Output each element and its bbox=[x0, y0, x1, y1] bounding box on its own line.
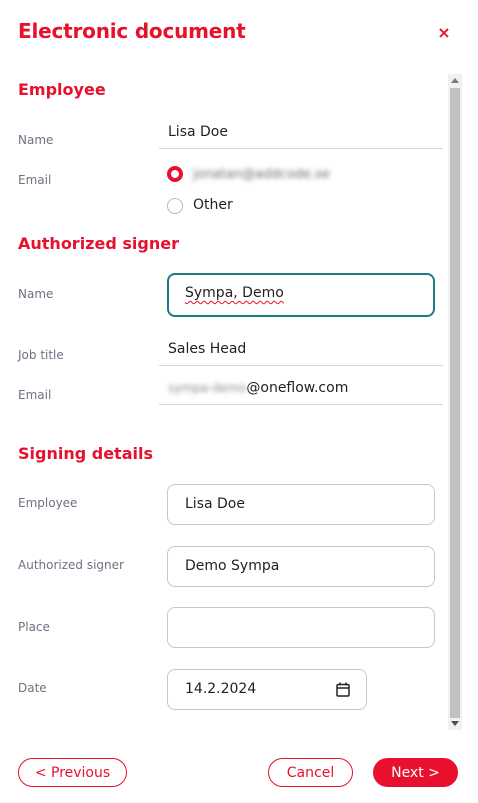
details-date-label: Date bbox=[18, 681, 47, 695]
scroll-up-arrow[interactable] bbox=[451, 78, 459, 83]
details-signer-label: Authorized signer bbox=[18, 558, 124, 572]
signer-job-title-value: Sales Head bbox=[159, 339, 443, 366]
cancel-button[interactable]: Cancel bbox=[268, 758, 353, 787]
calendar-icon[interactable] bbox=[336, 682, 350, 697]
details-signer-input[interactable]: Demo Sympa bbox=[167, 546, 435, 587]
details-date-input[interactable]: 14.2.2024 bbox=[167, 669, 367, 710]
signer-email-domain: @oneflow.com bbox=[246, 380, 349, 396]
signer-job-title-label: Job title bbox=[18, 348, 64, 362]
employee-name-value: Lisa Doe bbox=[159, 122, 443, 149]
dialog-title: Electronic document bbox=[18, 19, 246, 43]
employee-email-label: Email bbox=[18, 173, 52, 187]
next-button[interactable]: Next > bbox=[373, 758, 458, 787]
employee-name-label: Name bbox=[18, 133, 54, 147]
employee-email-radio[interactable] bbox=[167, 166, 183, 182]
employee-section-title: Employee bbox=[18, 80, 106, 99]
scrollbar-thumb[interactable] bbox=[450, 88, 460, 718]
details-place-label: Place bbox=[18, 620, 50, 634]
signer-name-input[interactable]: Sympa, Demo bbox=[167, 273, 435, 317]
signer-email-field[interactable]: sympa-demo@oneflow.com bbox=[159, 378, 443, 405]
details-employee-input[interactable]: Lisa Doe bbox=[167, 484, 435, 525]
signer-name-text: Sympa, Demo bbox=[185, 285, 284, 301]
details-place-input[interactable] bbox=[167, 607, 435, 648]
signer-email-local: sympa-demo bbox=[168, 381, 247, 395]
signer-email-label: Email bbox=[18, 388, 52, 402]
signer-name-label: Name bbox=[18, 287, 54, 301]
date-value: 14.2.2024 bbox=[185, 681, 257, 697]
scroll-down-arrow[interactable] bbox=[451, 721, 459, 726]
authorized-signer-section-title: Authorized signer bbox=[18, 234, 179, 253]
employee-email-option-label[interactable]: jonatan@addcode.se bbox=[193, 167, 330, 182]
close-button[interactable]: × bbox=[435, 22, 453, 42]
signing-details-section-title: Signing details bbox=[18, 444, 153, 463]
previous-button[interactable]: < Previous bbox=[18, 758, 127, 787]
form-scroll-area[interactable]: Employee Name Lisa Doe Email jonatan@add… bbox=[0, 72, 448, 732]
details-employee-label: Employee bbox=[18, 496, 78, 510]
close-icon: × bbox=[437, 22, 451, 42]
vertical-scrollbar[interactable] bbox=[448, 74, 462, 730]
employee-other-option-label[interactable]: Other bbox=[193, 197, 233, 213]
employee-other-radio[interactable] bbox=[167, 198, 183, 214]
